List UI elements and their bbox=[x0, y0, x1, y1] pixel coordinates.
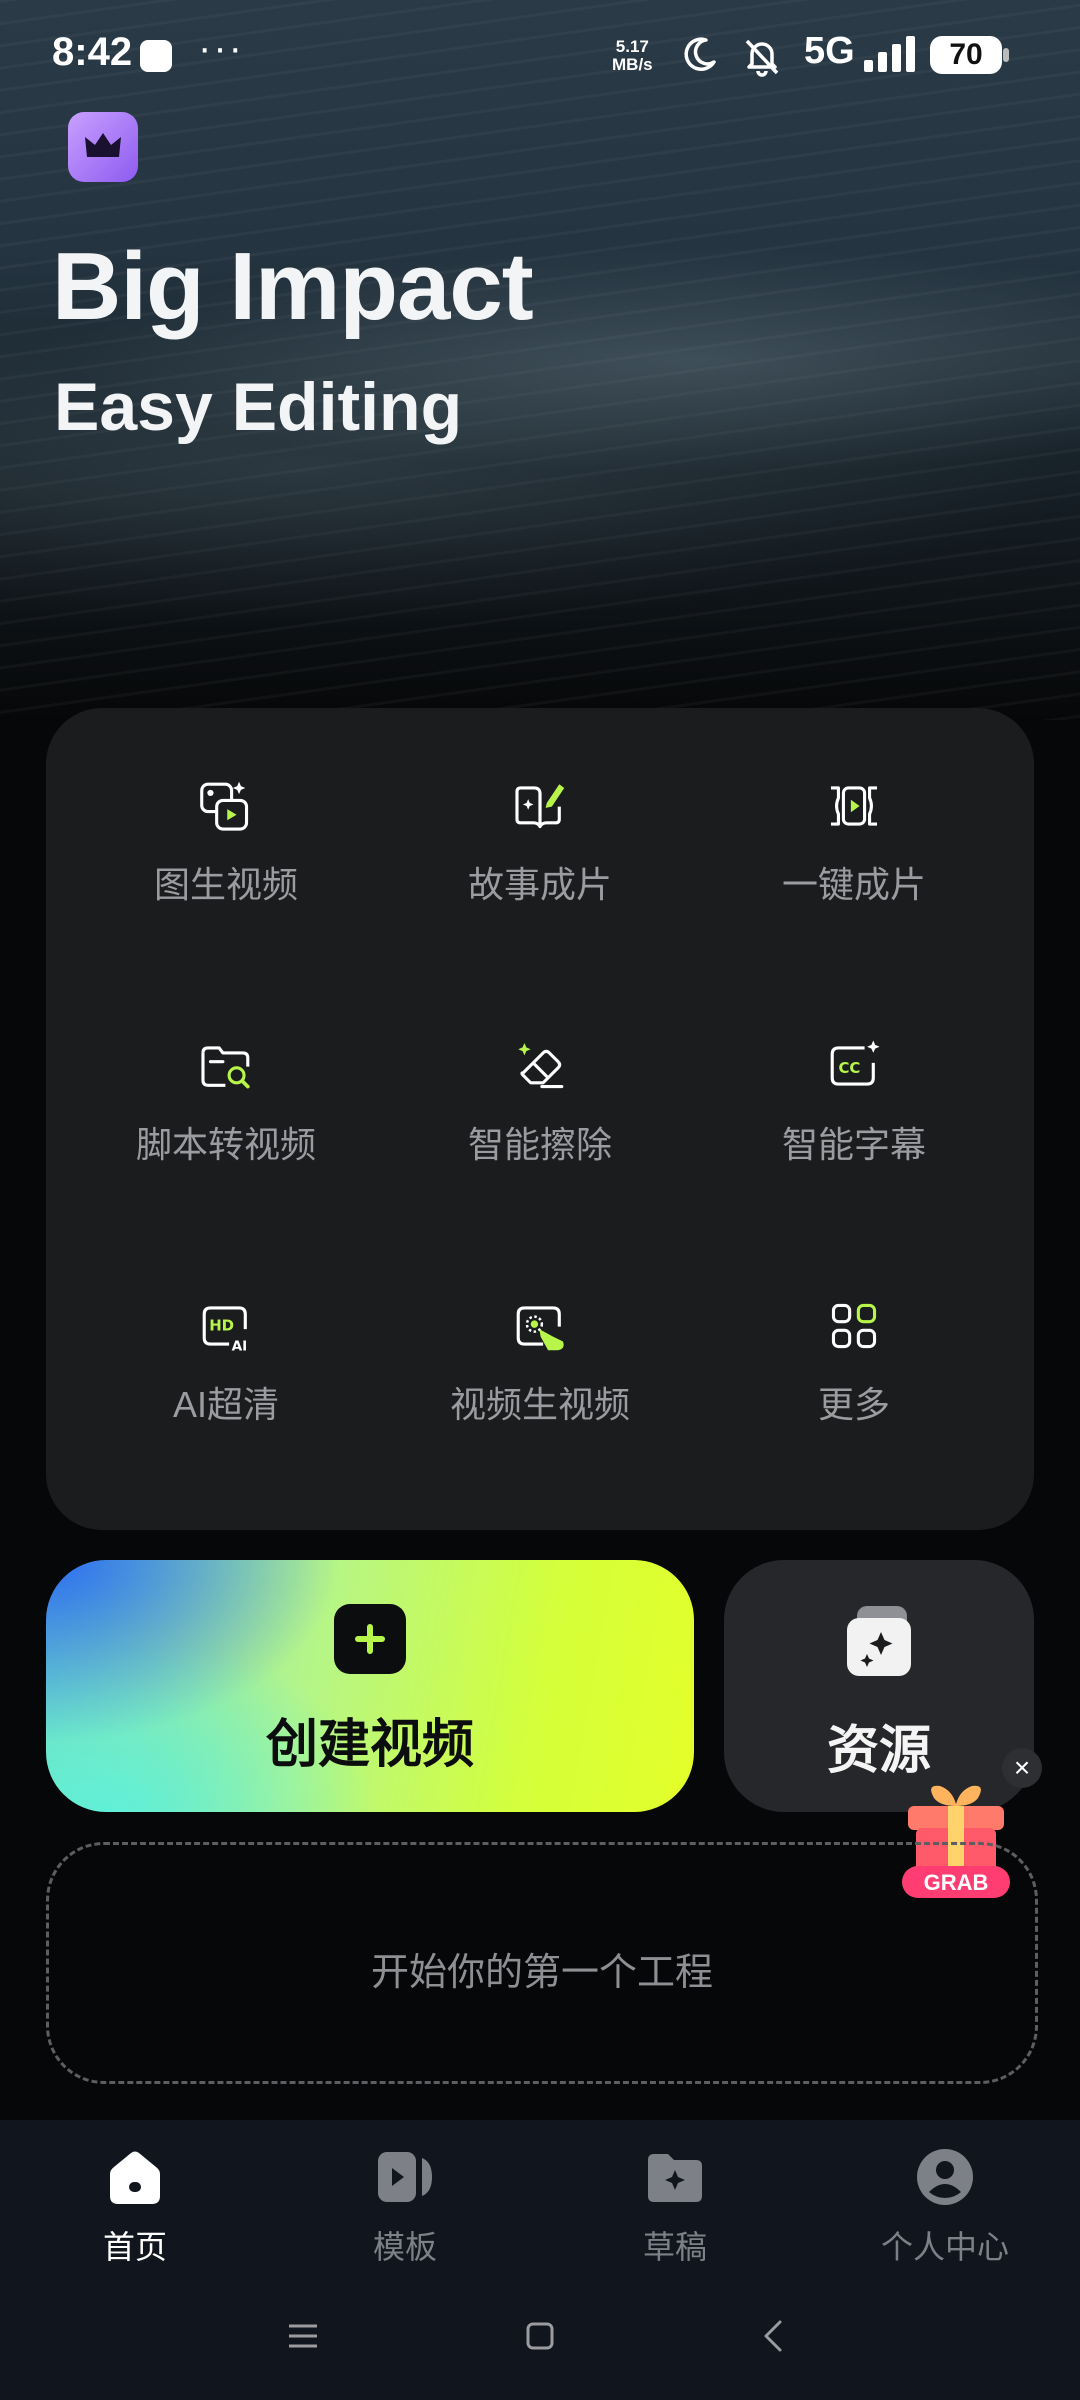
nav-label: 草稿 bbox=[642, 2229, 707, 2265]
battery-tip bbox=[1003, 48, 1009, 62]
nav-label: 个人中心 bbox=[880, 2229, 1009, 2265]
menu-icon[interactable] bbox=[283, 2316, 323, 2356]
tool-label: 智能擦除 bbox=[467, 1124, 612, 1165]
draft-folder-icon bbox=[648, 2154, 702, 2202]
bell-muted-icon bbox=[745, 39, 779, 77]
more-notifications-icon: ··· bbox=[198, 26, 244, 70]
battery-icon: 70 bbox=[930, 36, 1002, 74]
back-icon[interactable] bbox=[754, 2316, 794, 2356]
tool-label: 一键成片 bbox=[781, 864, 926, 905]
tool-label: 更多 bbox=[817, 1384, 890, 1425]
create-video-label: 创建视频 bbox=[265, 1716, 474, 1774]
status-time: 8:42 bbox=[52, 30, 133, 74]
nav-templates[interactable]: 模板 bbox=[305, 2146, 505, 2268]
cc-subtitle-icon: CC bbox=[830, 1040, 880, 1086]
story-book-icon bbox=[515, 784, 565, 829]
start-project-area[interactable]: 开始你的第一个工程 bbox=[46, 1842, 1038, 2084]
tool-more[interactable]: 更多 bbox=[704, 1228, 1004, 1428]
nav-drafts[interactable]: 草稿 bbox=[575, 2146, 775, 2268]
nav-home[interactable]: 首页 bbox=[35, 2146, 235, 2268]
svg-text:CC: CC bbox=[838, 1059, 860, 1077]
tool-label: 图生视频 bbox=[153, 864, 298, 905]
tool-label: AI超清 bbox=[172, 1384, 279, 1425]
hd-ai-icon: HD AI bbox=[202, 1306, 248, 1354]
resources-button[interactable]: 资源 bbox=[724, 1560, 1034, 1812]
nav-profile[interactable]: 个人中心 bbox=[845, 2146, 1045, 2268]
start-project-label: 开始你的第一个工程 bbox=[370, 1952, 713, 1994]
svg-text:AI: AI bbox=[232, 1338, 248, 1354]
nav-label: 首页 bbox=[102, 2229, 167, 2265]
hero-title: Big Impact bbox=[52, 233, 534, 340]
tool-image-to-video[interactable]: 图生视频 bbox=[76, 708, 376, 908]
tool-ai-hd[interactable]: HD AI AI超清 bbox=[76, 1228, 376, 1428]
tool-label: 故事成片 bbox=[467, 864, 612, 905]
svg-text:HD: HD bbox=[209, 1316, 234, 1334]
resources-label: 资源 bbox=[826, 1722, 931, 1780]
tools-panel: 图生视频 故事成片 一键成片 脚本转视频 智能擦除 CC 智能字幕 HD AI … bbox=[46, 708, 1034, 1530]
tool-label: 脚本转视频 bbox=[135, 1124, 316, 1165]
tool-one-click-film[interactable]: 一键成片 bbox=[704, 708, 1004, 908]
tool-smart-subtitle[interactable]: CC 智能字幕 bbox=[704, 968, 1004, 1168]
tool-label: 智能字幕 bbox=[781, 1124, 926, 1165]
home-icon bbox=[110, 2151, 160, 2204]
image-to-video-icon bbox=[200, 781, 249, 831]
network-speed-unit: MB/s bbox=[612, 55, 653, 74]
status-bar: 8:42 ··· 5.17 MB/s 5G 70 bbox=[0, 0, 1080, 110]
plus-icon bbox=[334, 1604, 406, 1674]
profile-icon bbox=[917, 2149, 973, 2205]
home-square-icon[interactable] bbox=[520, 2316, 560, 2356]
network-type: 5G bbox=[804, 30, 855, 72]
signal-icon bbox=[864, 36, 915, 72]
moon-icon bbox=[684, 37, 716, 71]
notification-app-icon bbox=[140, 40, 172, 72]
bottom-nav: 首页 模板 草稿 个人中心 bbox=[0, 2120, 1080, 2400]
network-speed: 5.17 MB/s bbox=[612, 38, 653, 74]
create-video-button[interactable]: 创建视频 bbox=[46, 1560, 694, 1812]
hero-subtitle: Easy Editing bbox=[54, 369, 463, 445]
tool-video-to-video[interactable]: 视频生视频 bbox=[390, 1228, 690, 1428]
script-folder-icon bbox=[201, 1046, 250, 1089]
tool-script-to-video[interactable]: 脚本转视频 bbox=[76, 968, 376, 1168]
network-speed-value: 5.17 bbox=[615, 37, 649, 56]
template-icon bbox=[378, 2152, 432, 2202]
one-click-film-icon bbox=[830, 786, 878, 826]
video-to-video-icon bbox=[516, 1306, 564, 1351]
tool-label: 视频生视频 bbox=[449, 1384, 630, 1425]
eraser-icon bbox=[518, 1042, 564, 1089]
tool-story-film[interactable]: 故事成片 bbox=[390, 708, 690, 908]
resources-sparkle-icon bbox=[847, 1606, 911, 1676]
premium-crown-button[interactable] bbox=[68, 112, 138, 182]
crown-icon bbox=[85, 133, 121, 157]
more-grid-icon bbox=[831, 1303, 877, 1349]
nav-label: 模板 bbox=[372, 2229, 437, 2265]
tool-smart-erase[interactable]: 智能擦除 bbox=[390, 968, 690, 1168]
